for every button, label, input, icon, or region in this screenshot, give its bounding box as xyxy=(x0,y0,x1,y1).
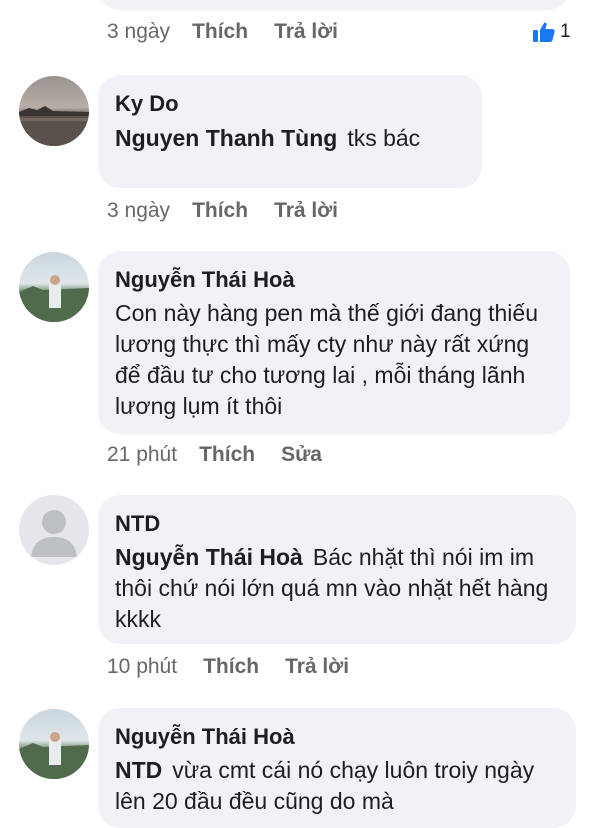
default-profile-icon xyxy=(31,510,77,557)
comment-author[interactable]: Ky Do xyxy=(115,89,464,119)
comment-author[interactable]: Nguyễn Thái Hoà xyxy=(115,722,558,752)
comment-actions: 21 phút Thích Sửa xyxy=(107,440,322,470)
person-photo-icon xyxy=(19,732,89,779)
comment-actions: 3 ngày Thích Trả lời xyxy=(107,196,338,226)
like-button[interactable]: Thích xyxy=(192,199,248,223)
avatar[interactable] xyxy=(19,76,89,146)
like-button[interactable]: Thích xyxy=(203,655,259,679)
person-photo-icon xyxy=(19,275,89,322)
comment-bubble: Nguyễn Thái Hoà NTD vừa cmt cái nó chạy l… xyxy=(98,708,576,828)
comment-body: Con này hàng pen mà thế giới đang thiếu … xyxy=(115,300,538,419)
comment-body: tks bác xyxy=(347,125,421,151)
reply-button[interactable]: Trả lời xyxy=(274,199,338,223)
avatar[interactable] xyxy=(19,252,89,322)
edit-button[interactable]: Sửa xyxy=(281,443,322,467)
reply-button[interactable]: Trả lời xyxy=(285,655,349,679)
like-button[interactable]: Thích xyxy=(192,20,248,44)
comment-author[interactable]: Nguyễn Thái Hoà xyxy=(115,265,552,295)
comment-bubble-partial xyxy=(98,0,570,10)
thumbs-up-icon xyxy=(533,22,555,42)
comment-text: NTD vừa cmt cái nó chạy luôn troiy ngày l… xyxy=(115,755,558,817)
avatar[interactable] xyxy=(19,495,89,565)
landscape-photo-icon xyxy=(19,106,89,146)
reaction-count-value: 1 xyxy=(560,21,571,42)
reaction-count[interactable]: 1 xyxy=(532,21,571,43)
comment-actions: 3 ngày Thích Trả lời xyxy=(107,17,338,47)
comment-text: Nguyễn Thái Hoà Bác nhặt thì nói im im th… xyxy=(115,542,558,635)
comment-time[interactable]: 21 phút xyxy=(107,443,177,467)
avatar[interactable] xyxy=(19,709,89,779)
comment-actions: 10 phút Thích Trả lời xyxy=(107,652,349,682)
comment-bubble: NTD Nguyễn Thái Hoà Bác nhặt thì nói im i… xyxy=(98,495,576,644)
like-button[interactable]: Thích xyxy=(199,443,255,467)
comment-time[interactable]: 3 ngày xyxy=(107,20,170,44)
comment-body: vừa cmt cái nó chạy luôn troiy ngày lên … xyxy=(115,757,535,814)
comment-text: Nguyen Thanh Tùng tks bác xyxy=(115,123,464,154)
comment-author[interactable]: NTD xyxy=(115,509,558,539)
comment-bubble: Ky Do Nguyen Thanh Tùng tks bác xyxy=(98,75,482,188)
comment-time[interactable]: 10 phút xyxy=(107,655,177,679)
mention-link[interactable]: NTD xyxy=(115,757,162,783)
comment-bubble: Nguyễn Thái Hoà Con này hàng pen mà thế … xyxy=(98,251,570,434)
mention-link[interactable]: Nguyễn Thái Hoà xyxy=(115,544,303,570)
reply-button[interactable]: Trả lời xyxy=(274,20,338,44)
mention-link[interactable]: Nguyen Thanh Tùng xyxy=(115,125,337,151)
comment-time[interactable]: 3 ngày xyxy=(107,199,170,223)
